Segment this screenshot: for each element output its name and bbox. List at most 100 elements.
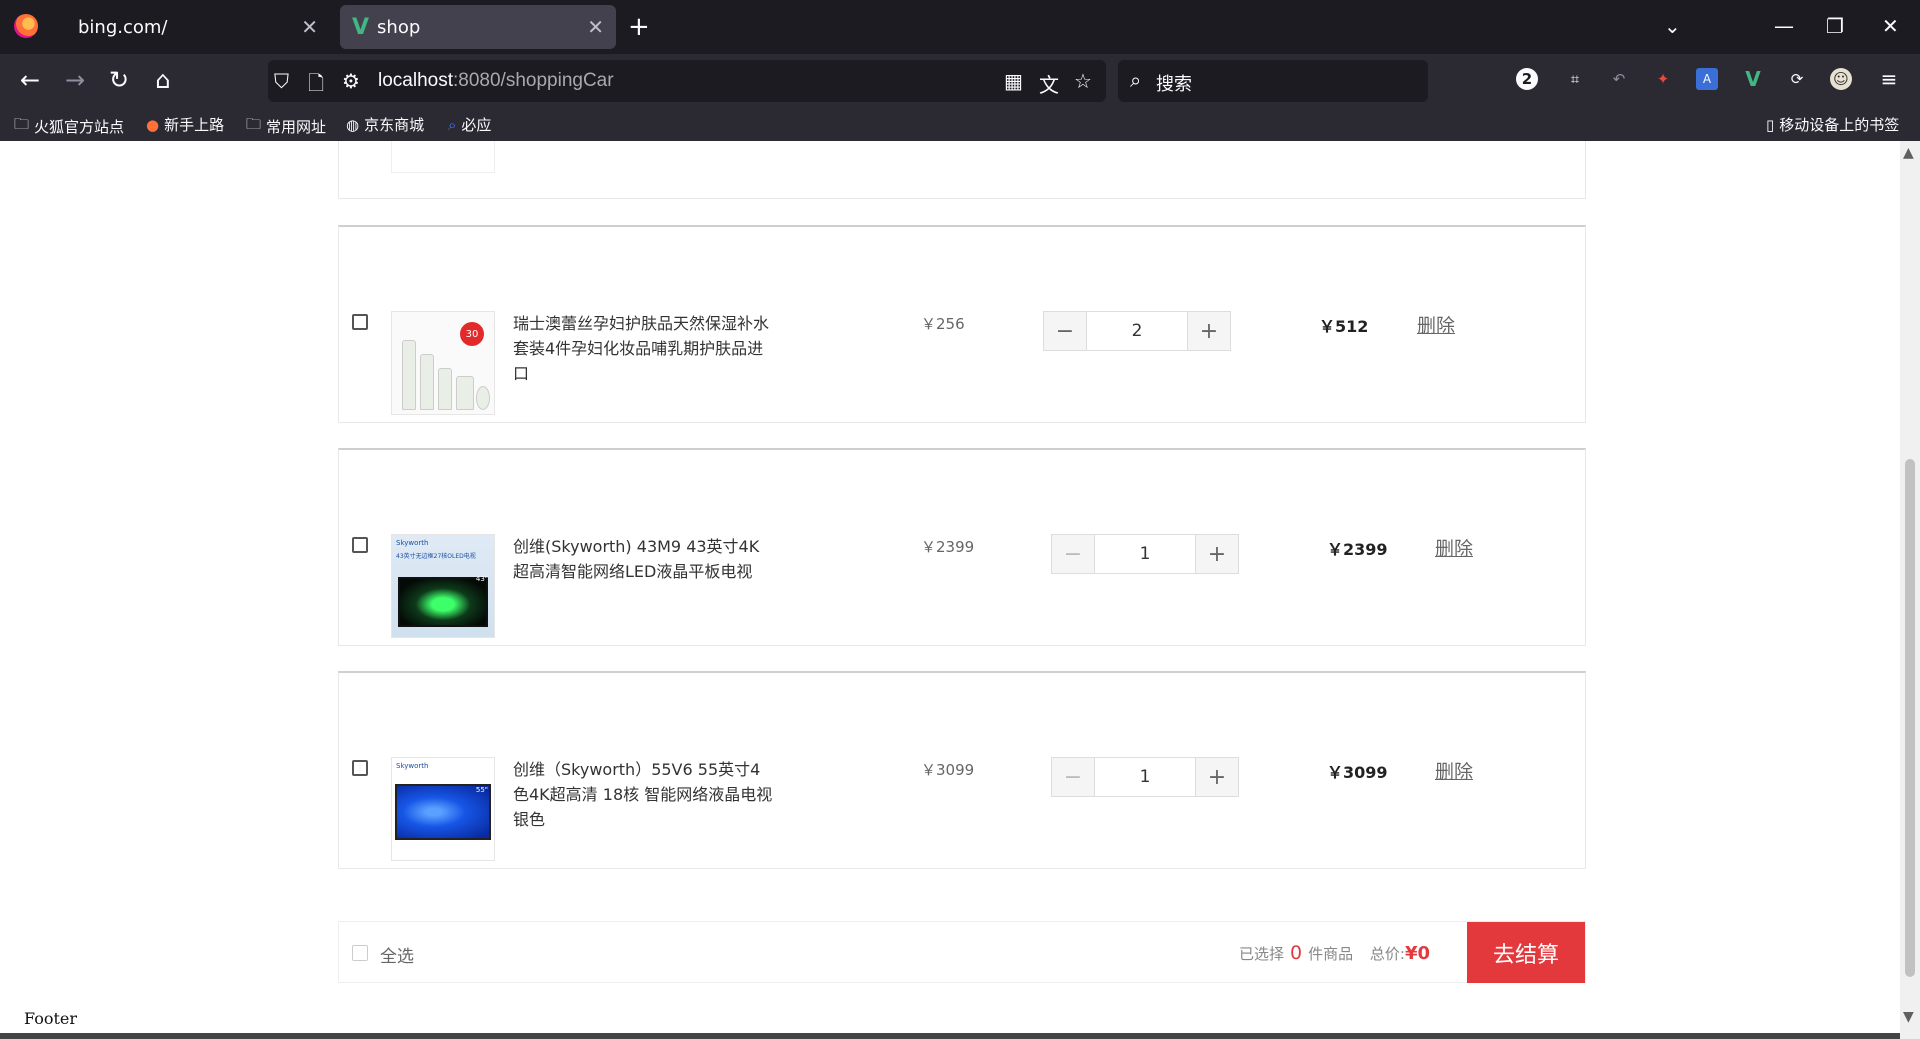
list-all-tabs-icon[interactable]: ⌄ <box>1664 14 1681 38</box>
item-checkbox[interactable] <box>352 314 368 330</box>
page-footer: Footer <box>24 1009 78 1028</box>
notification-badge-icon[interactable]: 2 <box>1516 68 1538 90</box>
sync-icon[interactable]: ⟳ <box>1784 66 1810 92</box>
url-rest: :8080/shoppingCar <box>453 70 614 91</box>
close-tab-icon[interactable]: ✕ <box>587 15 604 39</box>
bookmark-label: 移动设备上的书签 <box>1779 116 1900 134</box>
item-checkbox[interactable] <box>352 537 368 553</box>
scroll-up-icon[interactable]: ▲ <box>1903 145 1914 161</box>
close-tab-icon[interactable]: ✕ <box>301 15 318 39</box>
quantity-input[interactable]: 1 <box>1094 535 1196 573</box>
delete-button[interactable]: 删除 <box>1435 757 1473 784</box>
shield-icon[interactable]: ⛉ <box>274 69 289 93</box>
url-bar[interactable]: ⛉ 🗋 ⚙ localhost:8080/shoppingCar ▦ 文 ☆ <box>268 60 1106 102</box>
product-thumbnail[interactable]: Skyworth 55" <box>391 757 495 861</box>
crop-icon[interactable]: ⌗ <box>1562 66 1588 92</box>
search-icon: ⌕ <box>1130 68 1142 92</box>
reload-icon[interactable]: ↻ <box>104 66 134 94</box>
select-all-label[interactable]: 全选 <box>380 942 414 967</box>
mobile-icon: ▯ <box>1766 115 1775 134</box>
avatar[interactable]: ☺ <box>1830 68 1852 90</box>
increase-quantity-button[interactable]: + <box>1188 312 1230 350</box>
bookmark-star-icon[interactable]: ☆ <box>1074 69 1092 93</box>
page-scrollbar[interactable]: ▲ ▼ <box>1900 141 1920 1039</box>
bookmark-label: 必应 <box>461 116 492 134</box>
vue-favicon-icon: V <box>352 14 370 40</box>
quantity-stepper: − 2 + <box>1043 311 1231 351</box>
firefox-icon: ● <box>146 115 160 134</box>
url-text[interactable]: localhost:8080/shoppingCar <box>378 70 614 92</box>
translate-extension-icon[interactable]: A <box>1696 68 1718 90</box>
qr-code-icon[interactable]: ▦ <box>1004 69 1023 93</box>
cart-row: 30 瑞士澳蕾丝孕妇护肤品天然保湿补水套装4件孕妇化妆品哺乳期护肤品进口 ￥25… <box>338 225 1586 423</box>
home-icon[interactable]: ⌂ <box>148 66 178 94</box>
search-placeholder: 搜索 <box>1156 74 1192 95</box>
selection-summary: 已选择 0 件商品 总价:¥0 <box>1239 942 1430 964</box>
scroll-thumb[interactable] <box>1905 459 1915 977</box>
delete-button[interactable]: 删除 <box>1435 534 1473 561</box>
checkout-button[interactable]: 去结算 <box>1467 922 1585 983</box>
product-name[interactable]: 创维(Skyworth) 43M9 43英寸4K超高清智能网络LED液晶平板电视 <box>513 534 773 584</box>
product-tube-shape <box>402 340 416 410</box>
bottom-border <box>0 1033 1900 1039</box>
color-picker-icon[interactable]: ✦ <box>1650 66 1676 92</box>
minimize-icon[interactable]: — <box>1774 14 1794 38</box>
firefox-icon[interactable] <box>14 14 38 38</box>
product-tube-shape <box>420 354 434 410</box>
vue-devtools-icon[interactable]: V <box>1740 66 1766 92</box>
window-close-icon[interactable]: ✕ <box>1882 14 1899 38</box>
item-subtotal: ￥3099 <box>1327 763 1388 782</box>
bookmark-item[interactable]: ◍ 京东商城 <box>346 114 424 135</box>
tab-shop[interactable]: V shop ✕ <box>340 5 616 49</box>
nav-bar: ← → ↻ ⌂ ⛉ 🗋 ⚙ localhost:8080/shoppingCar… <box>0 54 1920 108</box>
tab-bing[interactable]: bing.com/ ✕ <box>52 5 330 49</box>
bookmark-label: 火狐官方站点 <box>34 118 125 136</box>
bookmark-item[interactable]: ● 新手上路 <box>146 114 224 135</box>
bookmark-item[interactable]: 🗀 火狐官方站点 <box>14 114 124 139</box>
bookmark-item[interactable]: 🗀 常用网址 <box>246 114 326 139</box>
decrease-quantity-button[interactable]: − <box>1052 535 1094 573</box>
translate-icon[interactable]: 文 <box>1039 69 1059 98</box>
permissions-icon[interactable]: ⚙ <box>342 69 360 93</box>
restore-icon[interactable]: ❐ <box>1826 14 1844 38</box>
select-all-checkbox[interactable] <box>352 945 368 961</box>
product-name[interactable]: 创维（Skyworth）55V6 55英寸4色4K超高清 18核 智能网络液晶电… <box>513 757 773 832</box>
product-thumbnail[interactable]: Skyworth 43英寸无边框27核OLED电视 43" <box>391 534 495 638</box>
item-subtotal: ￥2399 <box>1327 540 1388 559</box>
unit-price: ￥256 <box>921 315 965 333</box>
menu-icon[interactable]: ≡ <box>1876 66 1902 92</box>
forward-icon[interactable]: → <box>60 66 90 94</box>
checkout-bar: 全选 已选择 0 件商品 总价:¥0 去结算 <box>338 921 1586 983</box>
tv-product-image: Skyworth 55" <box>392 758 494 860</box>
image-size-text: 55" <box>475 786 488 794</box>
undo-icon[interactable]: ↶ <box>1606 66 1632 92</box>
quantity-input[interactable]: 2 <box>1086 312 1188 350</box>
bookmark-item[interactable]: ⌕ 必应 <box>448 114 491 135</box>
bookmark-label: 常用网址 <box>266 118 327 136</box>
tab-bar: bing.com/ ✕ V shop ✕ + ⌄ — ❐ ✕ <box>0 0 1920 54</box>
mobile-bookmarks[interactable]: ▯ 移动设备上的书签 <box>1766 114 1899 135</box>
tab-title: shop <box>377 16 421 38</box>
increase-quantity-button[interactable]: + <box>1196 535 1238 573</box>
unit-price: ￥3099 <box>921 761 975 779</box>
product-thumbnail[interactable]: 30 <box>391 311 495 415</box>
discount-badge: 30 <box>460 322 484 346</box>
quantity-stepper: − 1 + <box>1051 534 1239 574</box>
scroll-down-icon[interactable]: ▼ <box>1903 1009 1914 1025</box>
back-icon[interactable]: ← <box>15 66 45 94</box>
product-name[interactable]: 瑞士澳蕾丝孕妇护肤品天然保湿补水套装4件孕妇化妆品哺乳期护肤品进口 <box>513 311 773 386</box>
bing-search-icon: ⌕ <box>448 115 457 134</box>
image-size-text: 43" <box>475 575 488 583</box>
delete-button[interactable]: 删除 <box>1417 311 1455 338</box>
increase-quantity-button[interactable]: + <box>1196 758 1238 796</box>
globe-icon: ◍ <box>346 115 360 134</box>
page-icon[interactable]: 🗋 <box>308 69 324 103</box>
decrease-quantity-button[interactable]: − <box>1044 312 1086 350</box>
item-checkbox[interactable] <box>352 760 368 776</box>
new-tab-icon[interactable]: + <box>628 12 650 42</box>
quantity-input[interactable]: 1 <box>1094 758 1196 796</box>
decrease-quantity-button[interactable]: − <box>1052 758 1094 796</box>
product-thumbnail <box>391 141 495 173</box>
search-bar[interactable]: ⌕ 搜索 <box>1118 60 1428 102</box>
cart-row: Skyworth 55" 创维（Skyworth）55V6 55英寸4色4K超高… <box>338 671 1586 869</box>
